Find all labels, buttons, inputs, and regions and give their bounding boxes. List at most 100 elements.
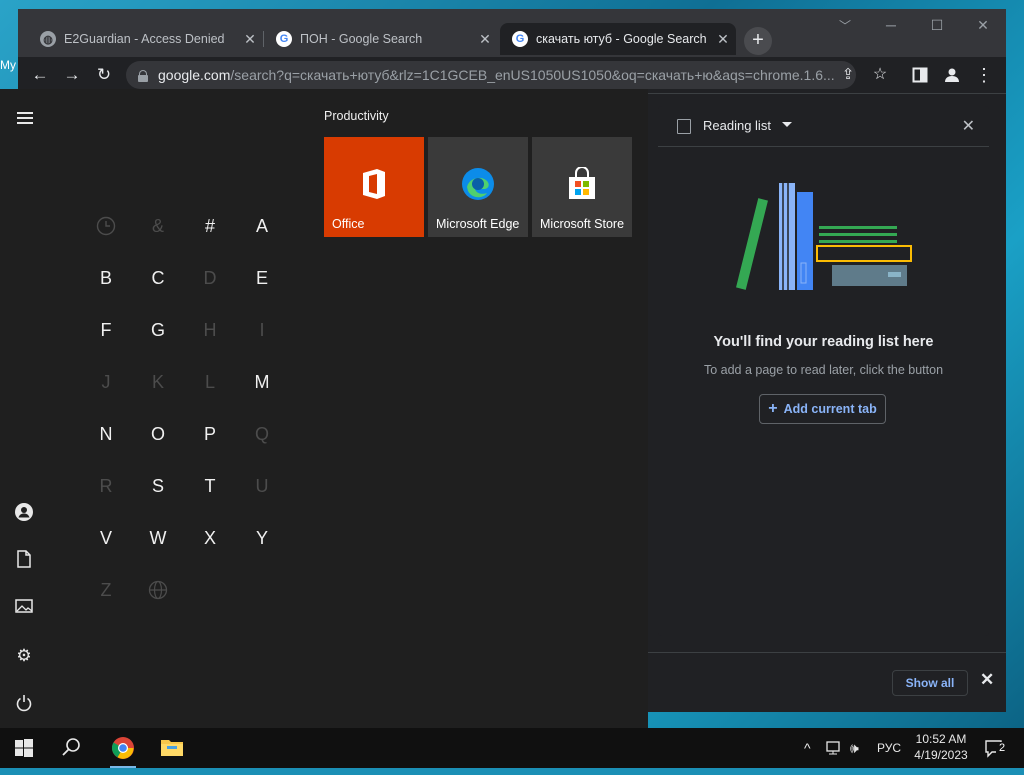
tab-search-icon[interactable]: ﹀ xyxy=(822,17,868,41)
documents-icon[interactable] xyxy=(14,550,34,570)
letter-c[interactable]: C xyxy=(138,258,178,298)
url-host: google.com xyxy=(158,67,231,83)
tab-close-icon[interactable]: ✕ xyxy=(710,31,736,48)
reload-button[interactable]: ↻ xyxy=(90,61,118,89)
letter-h: H xyxy=(203,320,217,340)
start-menu: ⚙ & # A B C D E F G H I J K L M N O P Q R S T U V W X Y Z Productiv… xyxy=(0,89,648,728)
letter-f[interactable]: F xyxy=(86,310,126,350)
hamburger-menu-icon[interactable] xyxy=(17,112,33,127)
file-explorer-icon[interactable] xyxy=(160,736,184,760)
letter-s[interactable]: S xyxy=(138,466,178,506)
tile-office[interactable]: Office xyxy=(324,137,424,237)
tile-group-title: Productivity xyxy=(324,109,389,123)
forward-button[interactable]: → xyxy=(58,61,86,89)
tab-title: E2Guardian - Access Denied xyxy=(64,32,225,46)
plus-icon: + xyxy=(768,400,778,417)
tile-label: Microsoft Edge xyxy=(436,217,520,231)
close-panel-icon[interactable]: ✕ xyxy=(962,116,975,136)
download-bar: Show all ✕ xyxy=(648,652,1006,712)
settings-gear-icon[interactable]: ⚙ xyxy=(14,646,34,666)
lock-icon[interactable] xyxy=(138,69,148,82)
menu-kebab-icon[interactable]: ⋮ xyxy=(970,61,998,89)
add-current-tab-button[interactable]: + Add current tab xyxy=(759,394,886,424)
letter-e[interactable]: E xyxy=(242,258,282,298)
windows-start-icon[interactable] xyxy=(13,736,37,760)
pictures-icon[interactable] xyxy=(14,598,34,618)
empty-state-description: To add a page to read later, click the b… xyxy=(703,363,944,377)
letter-hash[interactable]: # xyxy=(190,206,230,246)
user-account-icon[interactable] xyxy=(14,502,34,522)
list-icon xyxy=(677,119,691,134)
power-icon[interactable] xyxy=(14,694,34,714)
url-text[interactable]: google.com/search?q=скачать+ютуб&rlz=1C1… xyxy=(158,67,856,83)
letter-x[interactable]: X xyxy=(190,518,230,558)
clock-date: 4/19/2023 xyxy=(914,748,968,762)
reading-list-title[interactable]: Reading list xyxy=(703,118,771,133)
letter-i: I xyxy=(259,320,265,340)
letter-w[interactable]: W xyxy=(138,518,178,558)
bookmark-star-icon[interactable]: ☆ xyxy=(866,61,894,89)
globe-icon: ◍ xyxy=(40,31,56,47)
letter-y[interactable]: Y xyxy=(242,518,282,558)
letter-g[interactable]: G xyxy=(138,310,178,350)
tile-label: Microsoft Store xyxy=(540,217,625,231)
tab-e2guardian[interactable]: ◍ E2Guardian - Access Denied ✕ xyxy=(28,23,263,55)
tab-close-icon[interactable]: ✕ xyxy=(237,31,263,48)
clock-icon xyxy=(86,206,126,246)
side-panel-button[interactable] xyxy=(906,61,934,89)
reading-list-header: Reading list ✕ xyxy=(658,106,989,147)
close-window-button[interactable]: ✕ xyxy=(960,17,1006,41)
show-all-button[interactable]: Show all xyxy=(892,670,968,696)
profile-icon[interactable] xyxy=(938,61,966,89)
letter-u: U xyxy=(255,476,269,496)
chrome-taskbar-icon[interactable] xyxy=(111,736,135,760)
letter-q: Q xyxy=(254,424,269,444)
back-button[interactable]: ← xyxy=(26,61,54,89)
reading-list-illustration xyxy=(736,183,912,290)
letter-z: Z xyxy=(100,580,112,600)
tab-close-icon[interactable]: ✕ xyxy=(472,31,498,48)
notifications-icon[interactable]: 2 xyxy=(984,728,1010,768)
clock[interactable]: 10:52 AM 4/19/2023 xyxy=(905,731,977,763)
letter-k: K xyxy=(151,372,164,392)
network-icon[interactable] xyxy=(826,728,844,768)
clock-time: 10:52 AM xyxy=(915,732,967,746)
tile-label: Office xyxy=(332,217,365,231)
tab-title: ПОН - Google Search xyxy=(300,32,423,46)
letter-t[interactable]: T xyxy=(190,466,230,506)
letter-m[interactable]: M xyxy=(242,362,282,402)
letter-d: D xyxy=(203,268,217,288)
reading-list-panel: Reading list ✕ You'll find your reading … xyxy=(658,106,989,636)
tile-microsoft-edge[interactable]: Microsoft Edge xyxy=(428,137,528,237)
letter-v[interactable]: V xyxy=(86,518,126,558)
volume-icon[interactable]: 🕪 xyxy=(850,728,859,768)
letter-n[interactable]: N xyxy=(86,414,126,454)
letter-a[interactable]: A xyxy=(242,206,282,246)
letter-o[interactable]: O xyxy=(138,414,178,454)
maximize-button[interactable]: ☐ xyxy=(914,17,960,41)
tile-microsoft-store[interactable]: Microsoft Store xyxy=(532,137,632,237)
google-icon: G xyxy=(512,31,528,47)
add-current-tab-label: Add current tab xyxy=(783,402,877,416)
start-rail: ⚙ xyxy=(0,89,48,728)
letter-b[interactable]: B xyxy=(86,258,126,298)
new-tab-button[interactable]: + xyxy=(744,27,772,55)
dropdown-caret-icon[interactable] xyxy=(782,122,792,127)
tab-google-youtube-active[interactable]: G скачать ютуб - Google Search ✕ xyxy=(500,23,736,55)
show-hidden-icons-chevron[interactable]: ^ xyxy=(804,728,811,768)
tab-google-pon[interactable]: G ПОН - Google Search ✕ xyxy=(264,23,498,55)
tab-title: скачать ютуб - Google Search xyxy=(536,32,707,46)
address-bar[interactable]: google.com/search?q=скачать+ютуб&rlz=1C1… xyxy=(126,61,856,89)
search-icon[interactable] xyxy=(61,736,85,760)
minimize-button[interactable]: ─ xyxy=(868,17,914,41)
store-bag-icon xyxy=(569,167,595,199)
url-path: /search?q=скачать+ютуб&rlz=1C1GCEB_enUS1… xyxy=(230,67,835,83)
letter-p[interactable]: P xyxy=(190,414,230,454)
close-download-bar-icon[interactable]: ✕ xyxy=(980,670,994,690)
share-icon[interactable]: ⇪ xyxy=(834,61,862,89)
google-icon: G xyxy=(276,31,292,47)
taskbar: ^ 🕪 РУС 10:52 AM 4/19/2023 2 xyxy=(0,728,1024,768)
notification-count-badge: 2 xyxy=(996,742,1008,755)
letter-l: L xyxy=(204,372,215,392)
input-language-indicator[interactable]: РУС xyxy=(877,728,901,768)
